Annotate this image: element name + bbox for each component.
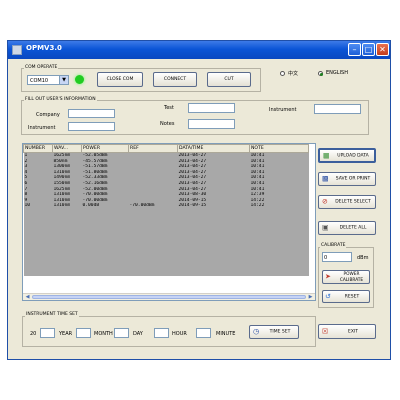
minute-label: MINUTE [216, 331, 236, 337]
delete-select-button[interactable]: ⊘ DELETE SELECT [318, 195, 376, 209]
user-info-title: FILL OUT USER'S INFORMATION [24, 97, 97, 102]
time-set-title: INSTRUMENT TIME SET [25, 312, 79, 317]
upload-icon: ▦ [323, 151, 330, 159]
horizontal-scrollbar[interactable]: ◀ ▶ [23, 293, 315, 300]
empty-cell [53, 270, 82, 276]
chevron-down-icon[interactable]: ▼ [59, 76, 68, 84]
close-button[interactable]: ✕ [376, 43, 389, 56]
maximize-button[interactable]: □ [362, 43, 375, 56]
calibrate-value: 0 [324, 255, 328, 261]
power-calibrate-icon: ➤ [325, 272, 331, 281]
com-operate-title: COM OPERATE [24, 65, 59, 70]
instrument2-input[interactable] [314, 104, 361, 114]
scroll-left-icon[interactable]: ◀ [24, 294, 31, 300]
year-input[interactable] [40, 328, 55, 338]
column-header[interactable]: NOTE [249, 144, 309, 153]
empty-cell [178, 270, 250, 276]
minimize-button[interactable]: – [348, 43, 361, 56]
column-header[interactable]: WAV... [52, 144, 82, 153]
empty-row [24, 270, 309, 276]
day-input[interactable] [114, 328, 129, 338]
radio-selected-dot [320, 73, 323, 76]
notes-input[interactable] [188, 119, 235, 129]
trash-icon: ▣ [322, 223, 329, 232]
scroll-thumb[interactable] [32, 295, 306, 299]
window-title: OPMV3.0 [26, 44, 62, 52]
reset-icon: ↺ [325, 292, 331, 300]
connection-status-light [75, 75, 84, 84]
chinese-label: 中文 [288, 71, 299, 77]
hour-input[interactable] [154, 328, 169, 338]
calibrate-value-input[interactable]: 0 [322, 252, 352, 262]
reset-label: RESET [344, 294, 360, 299]
column-header[interactable]: DATA/TIME [177, 144, 250, 153]
title-bar[interactable]: OPMV3.0 – □ ✕ [8, 41, 390, 59]
day-label: DAY [133, 331, 143, 337]
column-header[interactable]: NUMBER [23, 144, 53, 153]
notes-label: Notes [160, 121, 175, 127]
connect-button[interactable]: CONNECT [153, 72, 197, 87]
test-label: Test [164, 105, 174, 111]
instrument2-label: Instrument [269, 107, 297, 113]
delete-select-label: DELETE SELECT [335, 199, 371, 205]
test-input[interactable] [188, 103, 235, 113]
month-input[interactable] [76, 328, 91, 338]
month-label: MONTH [94, 331, 113, 337]
power-calibrate-line2: CALIBRATE [339, 277, 364, 283]
data-table: NUMBER WAV... POWER REF DATA/TIME NOTE 1… [23, 144, 309, 277]
exit-icon: ☒ [322, 327, 329, 335]
close-com-button[interactable]: CLOSE COM [97, 72, 143, 87]
floppy-disk-icon: ▩ [322, 174, 329, 183]
empty-cell [250, 270, 309, 276]
radio-english[interactable] [318, 71, 323, 76]
table-header-row: NUMBER WAV... POWER REF DATA/TIME NOTE [23, 144, 309, 153]
power-calibrate-line1: POWER [343, 272, 360, 277]
year-label: YEAR [59, 331, 73, 337]
exit-label: EXIT [347, 329, 358, 334]
upload-data-button[interactable]: ▦ UPLOAD DATA [318, 148, 376, 163]
delete-select-icon: ⊘ [322, 197, 328, 206]
scroll-right-icon[interactable]: ▶ [307, 294, 314, 300]
column-header[interactable]: POWER [81, 144, 129, 153]
exit-button[interactable]: ☒ EXIT [318, 324, 376, 339]
year-prefix: 20 [30, 331, 37, 337]
time-set-button[interactable]: ◷ TIME SET [249, 325, 299, 339]
app-icon [12, 45, 22, 55]
upload-data-label: UPLOAD DATA [337, 153, 369, 158]
minute-input[interactable] [196, 328, 211, 338]
empty-cell [129, 270, 178, 276]
empty-cell [82, 270, 129, 276]
save-or-print-button[interactable]: ▩ SAVE OR PRINT [318, 172, 376, 186]
power-calibrate-label: POWER CALIBRATE [335, 272, 368, 283]
hour-label: HOUR [172, 331, 187, 337]
delete-all-label: DELETE ALL [339, 225, 367, 231]
company-label: Company [36, 112, 60, 118]
com-port-value: COM10 [30, 78, 49, 84]
calibrate-unit: dBm [357, 255, 369, 261]
column-header[interactable]: REF [128, 144, 178, 153]
power-calibrate-button[interactable]: ➤ POWER CALIBRATE [322, 270, 370, 284]
instrument-label: Instrument [28, 125, 56, 131]
reset-button[interactable]: ↺ RESET [322, 290, 370, 303]
radio-chinese[interactable] [280, 71, 285, 76]
data-grid[interactable]: NUMBER WAV... POWER REF DATA/TIME NOTE 1… [22, 143, 316, 301]
empty-cell [24, 270, 53, 276]
company-input[interactable] [68, 109, 115, 118]
clock-icon: ◷ [253, 327, 260, 336]
com-port-select[interactable]: COM10 ▼ [27, 75, 69, 85]
save-or-print-label: SAVE OR PRINT [335, 176, 371, 182]
calibrate-title: CALIBRATE [320, 243, 347, 248]
instrument-input[interactable] [68, 122, 115, 131]
delete-all-button[interactable]: ▣ DELETE ALL [318, 221, 376, 235]
english-label: ENGLISH [326, 70, 348, 76]
time-set-label: TIME SET [269, 329, 291, 335]
cut-button[interactable]: CUT [207, 72, 251, 87]
